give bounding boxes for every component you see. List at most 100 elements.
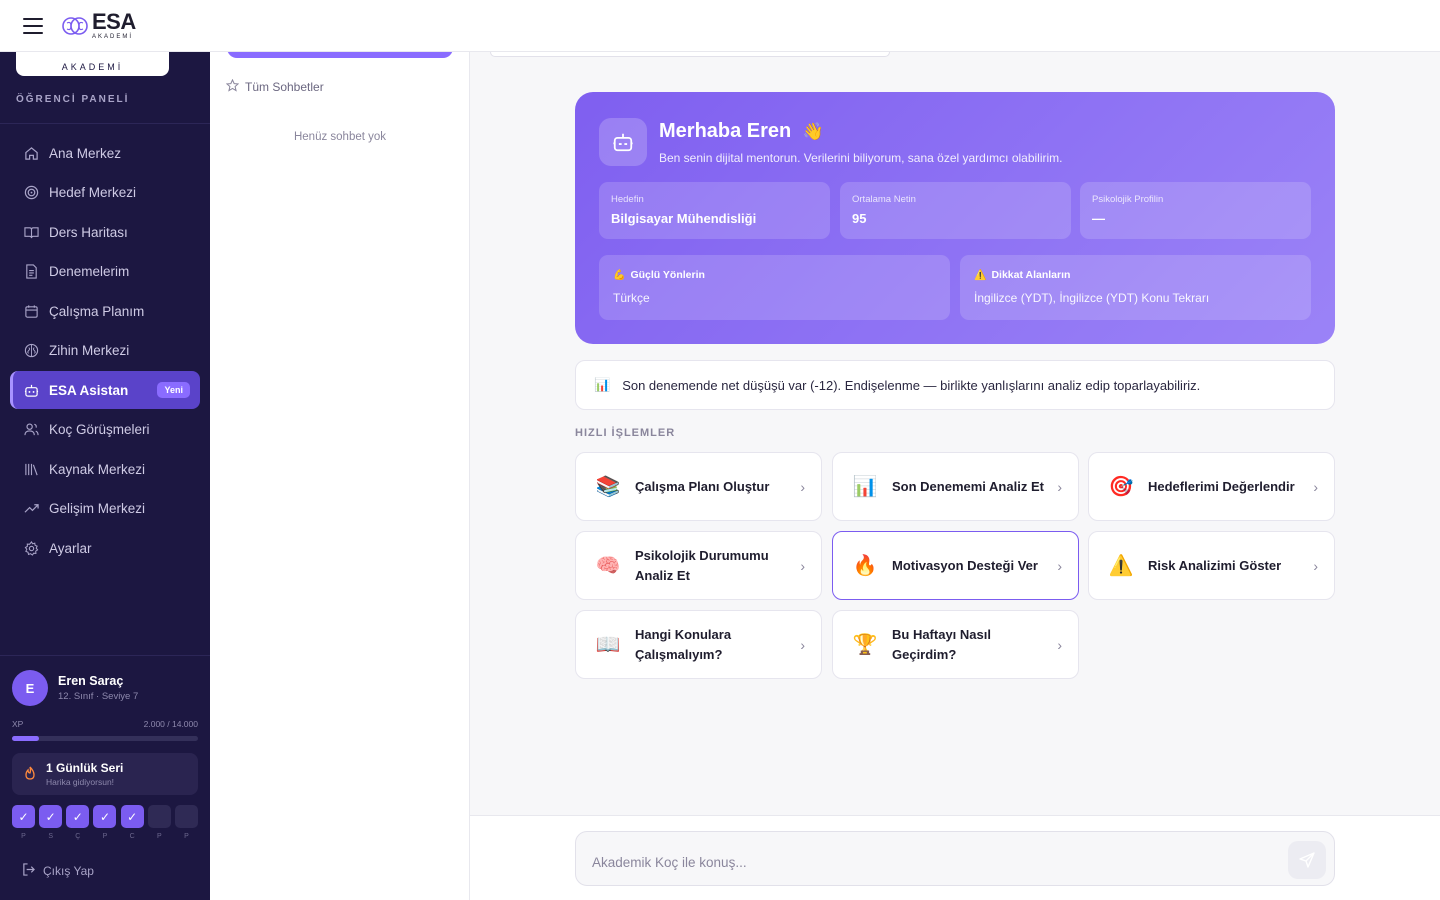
quick-action-label: Son Denememi Analiz Et: [892, 478, 1044, 494]
empty-chats-message: Henüz sohbet yok: [293, 131, 387, 143]
quick-actions-title: HIZLI İŞLEMLER: [575, 427, 676, 439]
sidebar-item-label: Ana Merkez: [49, 145, 122, 161]
sidebar-item-kaynak-merkezi[interactable]: Kaynak Merkezi: [10, 450, 200, 488]
quick-action-evaluate-goals[interactable]: 🎯 Hedeflerimi Değerlendir ›: [1088, 452, 1335, 521]
quick-action-label: Psikolojik Durumumu Analiz Et: [635, 547, 769, 583]
book-open-icon: [23, 224, 39, 240]
check-icon: ✓: [12, 805, 35, 828]
xp-row: XP 2.000 / 14.000: [12, 719, 198, 729]
quick-action-label: Hedeflerimi Değerlendir: [1148, 478, 1295, 494]
avatar: E: [12, 670, 48, 706]
stat-label: Hedefin: [611, 194, 644, 205]
top-bar: ESA AKADEMİ: [0, 0, 1440, 52]
sidebar-item-hedef-merkezi[interactable]: Hedef Merkezi: [10, 174, 200, 212]
bar-chart-icon: 📊: [594, 377, 611, 392]
brain-icon: [23, 343, 39, 359]
xp-value: 2.000 / 14.000: [143, 719, 198, 729]
chevron-right-icon: ›: [1057, 636, 1062, 653]
stat-average-net: Ortalama Netin 95: [840, 182, 1071, 239]
new-badge: Yeni: [157, 382, 190, 398]
sidebar-item-ayarlar[interactable]: Ayarlar: [10, 529, 200, 567]
chat-composer: [575, 831, 1335, 887]
streak-card: 1 Günlük Seri Harika gidiyorsun!: [12, 753, 198, 795]
streak-day-empty: [174, 805, 198, 828]
quick-action-label: Bu Haftayı Nasıl Geçirdim?: [892, 626, 991, 662]
check-icon: ✓: [39, 805, 63, 828]
open-book-icon: 📖: [595, 634, 621, 656]
flame-icon: [24, 766, 36, 783]
streak-day-label: P: [156, 833, 162, 840]
welcome-title-text: Merhaba Eren: [659, 120, 792, 142]
welcome-card: Merhaba Eren 👋 Ben senin dijital mentoru…: [575, 92, 1335, 344]
streak-day-label: C: [129, 833, 135, 840]
quick-action-analyze-exam[interactable]: 📊 Son Denememi Analiz Et ›: [832, 452, 1079, 521]
chat-input[interactable]: [592, 832, 1272, 887]
chevron-right-icon: ›: [800, 478, 805, 495]
sidebar-item-esa-asistan[interactable]: ESA Asistan Yeni: [10, 371, 200, 409]
check-icon: ✓: [120, 805, 144, 828]
home-icon: [23, 145, 39, 161]
sidebar-item-label: Gelişim Merkezi: [49, 501, 146, 516]
quick-action-motivation[interactable]: 🔥 Motivasyon Desteği Ver ›: [832, 531, 1079, 600]
stat-label: Ortalama Netin: [852, 194, 916, 205]
sidebar-item-gelisim-merkezi[interactable]: Gelişim Merkezi: [10, 490, 200, 528]
stat-value: —: [1092, 211, 1105, 226]
quick-action-label: Motivasyon Desteği Ver: [892, 557, 1038, 573]
user-card[interactable]: E Eren Saraç 12. Sınıf · Seviye 7: [12, 670, 138, 706]
sidebar-item-label: Hedef Merkezi: [49, 185, 137, 200]
sidebar-logo-subtitle: AKADEMİ: [61, 62, 124, 72]
sidebar-item-label: Koç Görüşmeleri: [49, 422, 150, 437]
check-icon: ✓: [66, 805, 90, 828]
warning-icon: ⚠️: [1108, 555, 1134, 577]
bar-chart-icon: 📊: [852, 476, 878, 498]
quick-action-psych-analysis[interactable]: 🧠 Psikolojik Durumumu Analiz Et ›: [575, 531, 822, 600]
sidebar-item-ana-merkez[interactable]: Ana Merkez: [10, 134, 200, 172]
sidebar-item-label: Kaynak Merkezi: [49, 461, 146, 477]
send-button[interactable]: [1288, 841, 1326, 879]
bot-icon: [23, 382, 39, 398]
chat-history-panel: Tüm Sohbetler Henüz sohbet yok: [210, 46, 470, 900]
quick-action-study-plan[interactable]: 📚 Çalışma Planı Oluştur ›: [575, 452, 822, 521]
chevron-right-icon: ›: [1313, 478, 1318, 495]
wave-icon: 👋: [802, 122, 824, 141]
quick-action-which-topics[interactable]: 📖 Hangi Konulara Çalışmalıyım? ›: [575, 610, 822, 679]
calendar-icon: [23, 303, 39, 319]
sidebar-item-denemelerim[interactable]: Denemelerim: [10, 253, 200, 291]
chevron-right-icon: ›: [800, 557, 805, 574]
sidebar-item-zihin-merkezi[interactable]: Zihin Merkezi: [10, 332, 200, 370]
quick-action-risk-analysis[interactable]: ⚠️ Risk Analizimi Göster ›: [1088, 531, 1335, 600]
logout-button[interactable]: Çıkış Yap: [22, 863, 94, 879]
target-icon: 🎯: [1108, 476, 1134, 498]
sidebar-item-label: Çalışma Planım: [49, 303, 145, 319]
composer-area: [470, 815, 1440, 900]
streak-day-label: P: [102, 833, 108, 840]
logout-icon: [22, 863, 35, 879]
target-icon: [23, 185, 39, 201]
sidebar-item-ders-haritasi[interactable]: Ders Haritası: [10, 213, 200, 251]
logout-label: Çıkış Yap: [43, 864, 94, 878]
menu-icon[interactable]: [23, 17, 43, 34]
logo[interactable]: ESA AKADEMİ: [62, 11, 136, 40]
streak-day: ✓ S: [39, 805, 63, 840]
streak-day: ✓ P: [12, 805, 35, 840]
logo-title: ESA: [92, 9, 136, 34]
quick-action-weekly-review[interactable]: 🏆 Bu Haftayı Nasıl Geçirdim? ›: [832, 610, 1079, 679]
streak-day-empty: [147, 805, 171, 828]
trend-icon: [23, 501, 39, 517]
sidebar-item-calisma-planim[interactable]: Çalışma Planım: [10, 292, 200, 330]
streak-day-label: Ç: [75, 833, 81, 840]
sidebar-item-koc-gorusmeleri[interactable]: Koç Görüşmeleri: [10, 411, 200, 449]
chevron-right-icon: ›: [1313, 557, 1318, 574]
welcome-title: Merhaba Eren 👋: [659, 120, 824, 143]
streak-subtitle: Harika gidiyorsun!: [46, 777, 115, 787]
stat-value: Bilgisayar Mühendisliği: [611, 211, 757, 226]
attention-value: İngilizce (YDT), İngilizce (YDT) Konu Te…: [974, 291, 1210, 305]
all-chats-link[interactable]: Tüm Sohbetler: [225, 78, 324, 95]
document-icon: [23, 264, 39, 280]
xp-progress-bar: [12, 736, 198, 741]
sidebar-item-label: Ders Haritası: [49, 224, 128, 240]
sidebar-section-title: ÖĞRENCİ PANELİ: [16, 94, 130, 105]
books-icon: 📚: [595, 476, 621, 498]
streak-day: P: [174, 805, 198, 840]
attention-label: Dikkat Alanların: [991, 269, 1071, 281]
